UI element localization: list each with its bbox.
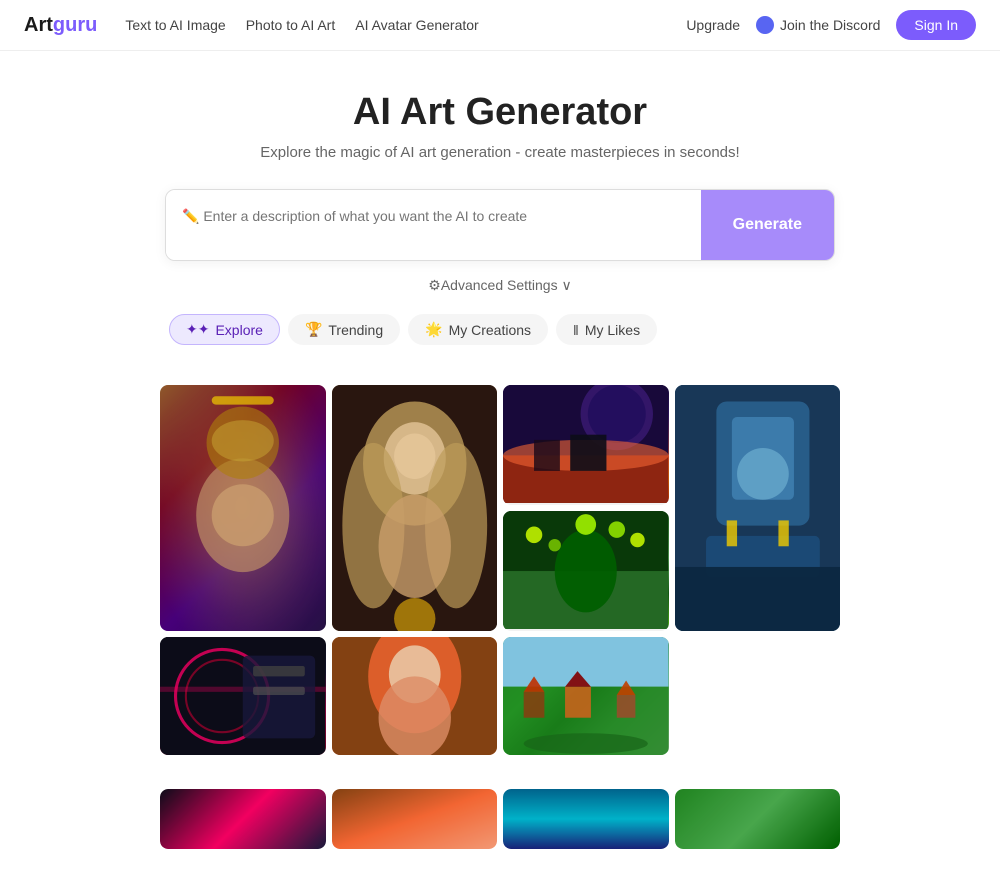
prompt-input-area: Generate: [165, 189, 835, 261]
filter-tabs: ✦✦ Explore 🏆 Trending 🌟 My Creations ‖ M…: [165, 314, 835, 345]
explore-icon: ✦✦: [186, 321, 209, 338]
hero-section: AI Art Generator Explore the magic of AI…: [0, 51, 1000, 385]
logo[interactable]: Artguru: [24, 14, 97, 37]
my-likes-icon: ‖: [573, 322, 579, 338]
header: Artguru Text to AI Image Photo to AI Art…: [0, 0, 1000, 51]
gallery-grid-bottom: [160, 789, 840, 849]
gallery-image-7[interactable]: [160, 637, 326, 755]
tab-explore[interactable]: ✦✦ Explore: [169, 314, 280, 345]
tab-my-likes[interactable]: ‖ My Likes: [556, 314, 657, 345]
tab-trending[interactable]: 🏆 Trending: [288, 314, 400, 345]
logo-art-text: Art: [24, 14, 53, 37]
chevron-down-icon: ∨: [561, 277, 571, 293]
my-creations-icon: 🌟: [425, 321, 442, 338]
gallery-section: [160, 385, 840, 795]
header-right: Upgrade Join the Discord Sign In: [686, 10, 976, 40]
gallery-image-bottom-3[interactable]: [503, 789, 669, 849]
gallery-grid: [160, 385, 840, 755]
advanced-settings-label: ⚙Advanced Settings: [428, 277, 557, 293]
header-left: Artguru Text to AI Image Photo to AI Art…: [24, 14, 479, 37]
generate-button[interactable]: Generate: [701, 190, 834, 260]
tab-my-creations-label: My Creations: [449, 322, 531, 338]
gallery-bottom: [160, 789, 840, 889]
gallery-image-6[interactable]: [503, 637, 669, 755]
gallery-image-2[interactable]: [332, 385, 498, 631]
nav-ai-avatar[interactable]: AI Avatar Generator: [355, 17, 478, 33]
gallery-image-8[interactable]: [332, 637, 498, 755]
gallery-image-bottom-1[interactable]: [160, 789, 326, 849]
gallery-image-bottom-2[interactable]: [332, 789, 498, 849]
tab-my-creations[interactable]: 🌟 My Creations: [408, 314, 548, 345]
upgrade-button[interactable]: Upgrade: [686, 17, 740, 33]
gallery-image-4[interactable]: [675, 385, 841, 631]
tab-my-likes-label: My Likes: [585, 322, 640, 338]
logo-guru-text: guru: [53, 14, 97, 37]
discord-icon: [756, 16, 774, 34]
advanced-settings-toggle[interactable]: ⚙Advanced Settings ∨: [20, 277, 980, 294]
trending-icon: 🏆: [305, 321, 322, 338]
tab-trending-label: Trending: [328, 322, 383, 338]
discord-button[interactable]: Join the Discord: [756, 16, 880, 34]
nav-photo-to-ai[interactable]: Photo to AI Art: [246, 17, 336, 33]
gallery-image-5[interactable]: [503, 511, 669, 631]
signin-button[interactable]: Sign In: [896, 10, 976, 40]
gallery-image-bottom-4[interactable]: [675, 789, 841, 849]
prompt-input[interactable]: [166, 190, 701, 260]
tab-explore-label: Explore: [215, 322, 262, 338]
hero-subtitle: Explore the magic of AI art generation -…: [20, 144, 980, 161]
nav-text-to-ai[interactable]: Text to AI Image: [125, 17, 225, 33]
page-title: AI Art Generator: [20, 91, 980, 134]
main-nav: Text to AI Image Photo to AI Art AI Avat…: [125, 17, 478, 33]
gallery-image-1[interactable]: [160, 385, 326, 631]
discord-label: Join the Discord: [780, 17, 880, 33]
gallery-image-3[interactable]: [503, 385, 669, 505]
